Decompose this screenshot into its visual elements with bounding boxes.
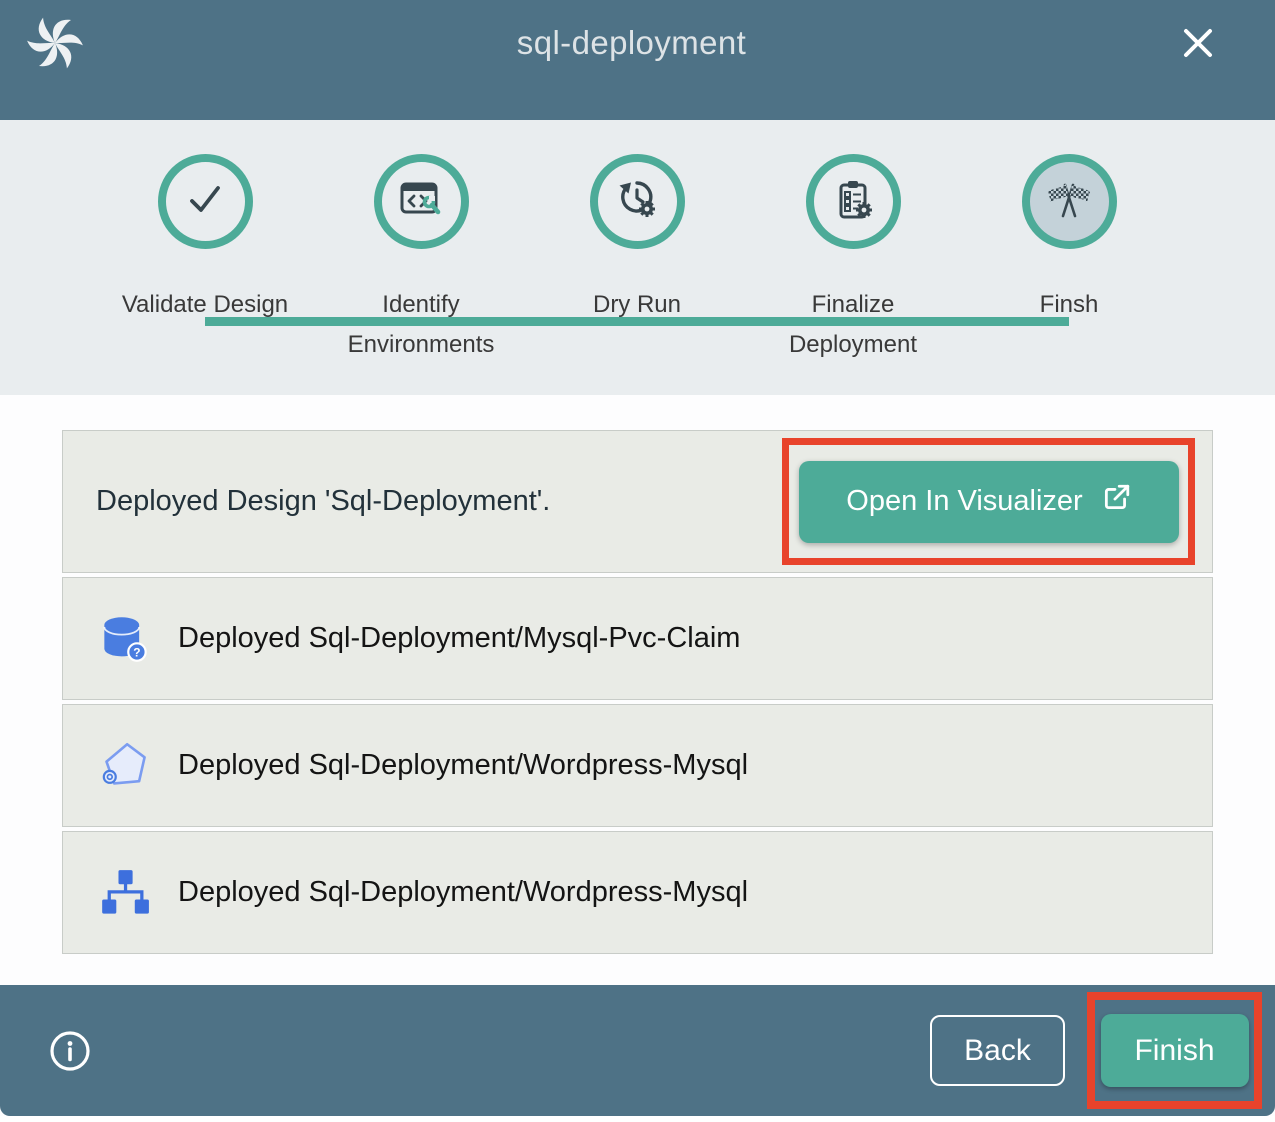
info-circle-icon: [48, 1061, 92, 1076]
hierarchy-tree-icon: [100, 868, 150, 918]
step-label: Finsh: [1040, 285, 1099, 325]
modal-header: sql-deployment: [0, 0, 1275, 120]
modal-footer: Back Finish: [0, 985, 1275, 1116]
open-in-visualizer-button[interactable]: Open In Visualizer: [799, 461, 1179, 543]
checkmark-icon: [182, 176, 228, 227]
step-label: Dry Run: [593, 285, 681, 325]
database-icon: ?: [100, 614, 150, 664]
result-row-wordpress-mysql-2: Deployed Sql-Deployment/Wordpress-Mysql: [62, 831, 1213, 954]
info-button[interactable]: [48, 1029, 92, 1073]
close-button[interactable]: [1179, 24, 1217, 62]
result-text: Deployed Sql-Deployment/Wordpress-Mysql: [178, 749, 748, 782]
annotation-highlight-finish: Finish: [1087, 992, 1262, 1109]
svg-text:?: ?: [133, 645, 140, 659]
step-label: Finalize Deployment: [745, 285, 961, 365]
close-icon: [1179, 50, 1217, 65]
step-finalize-deployment: Finalize Deployment: [745, 154, 961, 365]
code-window-wrench-icon: [398, 176, 444, 227]
step-label: Validate Design: [122, 285, 288, 325]
step-validate-design: Validate Design: [97, 154, 313, 365]
back-button[interactable]: Back: [930, 1015, 1065, 1086]
step-dry-run: Dry Run: [529, 154, 745, 365]
annotation-highlight-visualizer: Open In Visualizer: [782, 438, 1195, 565]
result-row-mysql-pvc-claim: ? Deployed Sql-Deployment/Mysql-Pvc-Clai…: [62, 577, 1213, 700]
result-row-wordpress-mysql-1: Deployed Sql-Deployment/Wordpress-Mysql: [62, 704, 1213, 827]
finish-button[interactable]: Finish: [1101, 1014, 1249, 1087]
step-label: Identify Environments: [313, 285, 529, 365]
open-in-new-icon: [1101, 483, 1131, 521]
design-result-text: Deployed Design 'Sql-Deployment'.: [96, 485, 550, 518]
step-identify-environments: Identify Environments: [313, 154, 529, 365]
modal-title: sql-deployment: [84, 24, 1179, 62]
deployment-wizard-modal: sql-deployment Validate Design: [0, 0, 1275, 1122]
deployment-results-list: Deployed Design 'Sql-Deployment'. Open I…: [62, 430, 1213, 954]
open-in-visualizer-label: Open In Visualizer: [846, 485, 1082, 518]
result-text: Deployed Sql-Deployment/Wordpress-Mysql: [178, 876, 748, 909]
result-text: Deployed Sql-Deployment/Mysql-Pvc-Claim: [178, 622, 740, 655]
wizard-stepper: Validate Design Ident: [0, 120, 1275, 395]
meshery-logo-icon: [26, 14, 84, 72]
history-gear-icon: [614, 176, 660, 227]
clipboard-checklist-gear-icon: [830, 176, 876, 227]
bottom-strip: [0, 1116, 1275, 1122]
checkered-flags-icon: [1046, 176, 1092, 227]
design-result-row: Deployed Design 'Sql-Deployment'. Open I…: [62, 430, 1213, 573]
step-finish: Finsh: [961, 154, 1177, 365]
results-area: Deployed Design 'Sql-Deployment'. Open I…: [0, 395, 1275, 985]
pentagon-component-icon: [100, 741, 150, 791]
